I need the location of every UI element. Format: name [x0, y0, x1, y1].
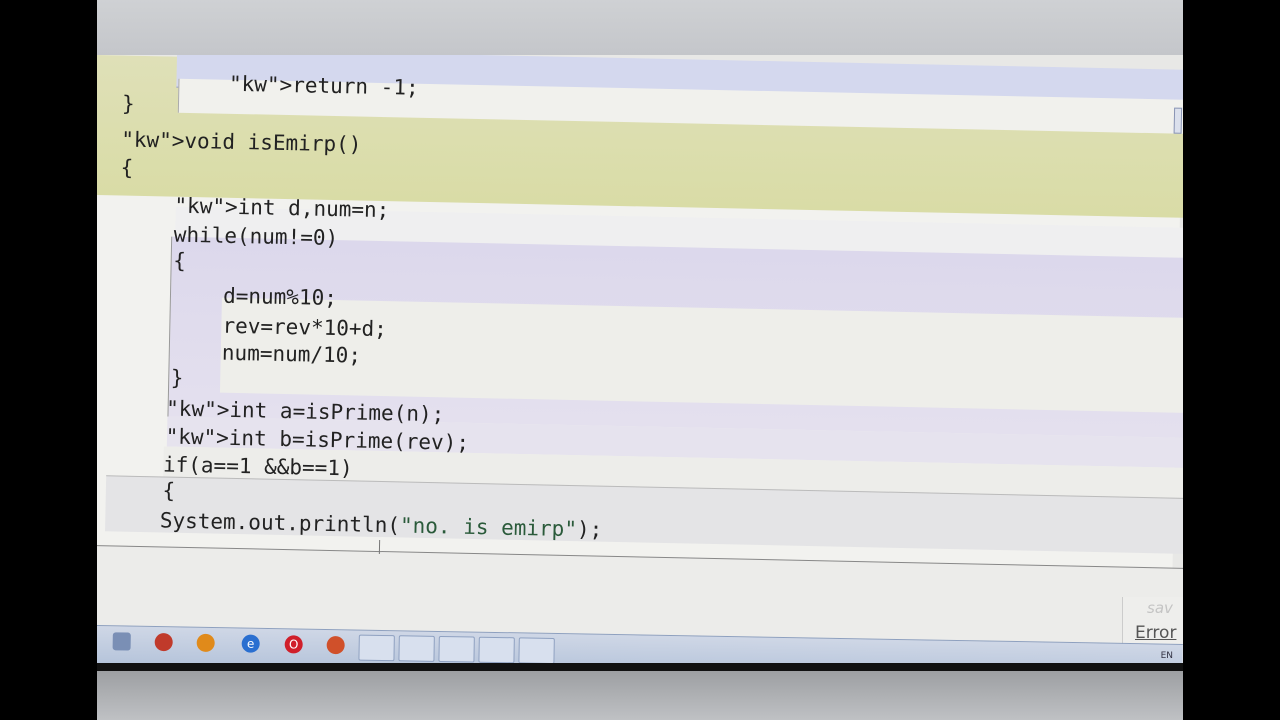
error-link[interactable]: Error — [1135, 623, 1176, 643]
code-line-int-d[interactable]: "kw">int d,num=n; — [124, 193, 390, 222]
code-editor[interactable]: "kw">return -1; } "kw">void isEmirp() { … — [97, 55, 1183, 652]
calculator-task-button[interactable] — [358, 634, 395, 662]
right-letterbox — [1183, 0, 1280, 720]
code-line-while[interactable]: while(num!=0) — [123, 222, 339, 250]
system-tray: EN — [1161, 651, 1173, 663]
monitor-screen: "kw">return -1; } "kw">void isEmirp() { … — [97, 55, 1183, 663]
desk-surface — [97, 671, 1183, 720]
code-line-if[interactable]: if(a==1 &&b==1) — [112, 451, 353, 480]
opera-icon[interactable]: O — [284, 635, 303, 654]
scrollbar-stub[interactable] — [1173, 107, 1183, 134]
code-line-4[interactable]: { — [120, 156, 133, 180]
browser-task-button[interactable] — [478, 636, 515, 663]
start-icon[interactable] — [112, 632, 131, 651]
photo-of-monitor: "kw">return -1; } "kw">void isEmirp() { … — [97, 0, 1183, 720]
code-line-d-assign[interactable]: d=num%10; — [122, 282, 337, 310]
media-player-icon[interactable] — [196, 633, 215, 653]
saved-status: sav — [1147, 599, 1173, 617]
chrome-icon[interactable] — [154, 633, 173, 652]
code-line-7[interactable]: { — [122, 248, 186, 273]
bluej-task-button[interactable] — [518, 637, 555, 663]
code-line-2[interactable]: } — [122, 92, 135, 116]
monitor-bezel — [97, 663, 1183, 671]
notepad-task-button[interactable] — [438, 635, 475, 663]
language-indicator[interactable]: EN — [1161, 651, 1173, 661]
chrome-alt-icon[interactable] — [326, 636, 345, 655]
code-line-method-decl[interactable]: "kw">void isEmirp() — [121, 128, 362, 157]
code-line-num-assign[interactable]: num=num/10; — [121, 339, 362, 368]
text-cursor-icon — [378, 539, 383, 555]
ie-icon[interactable]: e — [241, 634, 260, 653]
code-line-rev-assign[interactable]: rev=rev*10+d; — [121, 312, 387, 341]
word-task-button[interactable] — [398, 635, 435, 662]
background-wall — [97, 0, 1183, 56]
left-letterbox — [0, 0, 97, 720]
code-line-11[interactable]: } — [120, 365, 184, 390]
code-line-1[interactable]: "kw">return -1; — [178, 71, 419, 100]
code-line-15[interactable]: { — [112, 477, 175, 502]
